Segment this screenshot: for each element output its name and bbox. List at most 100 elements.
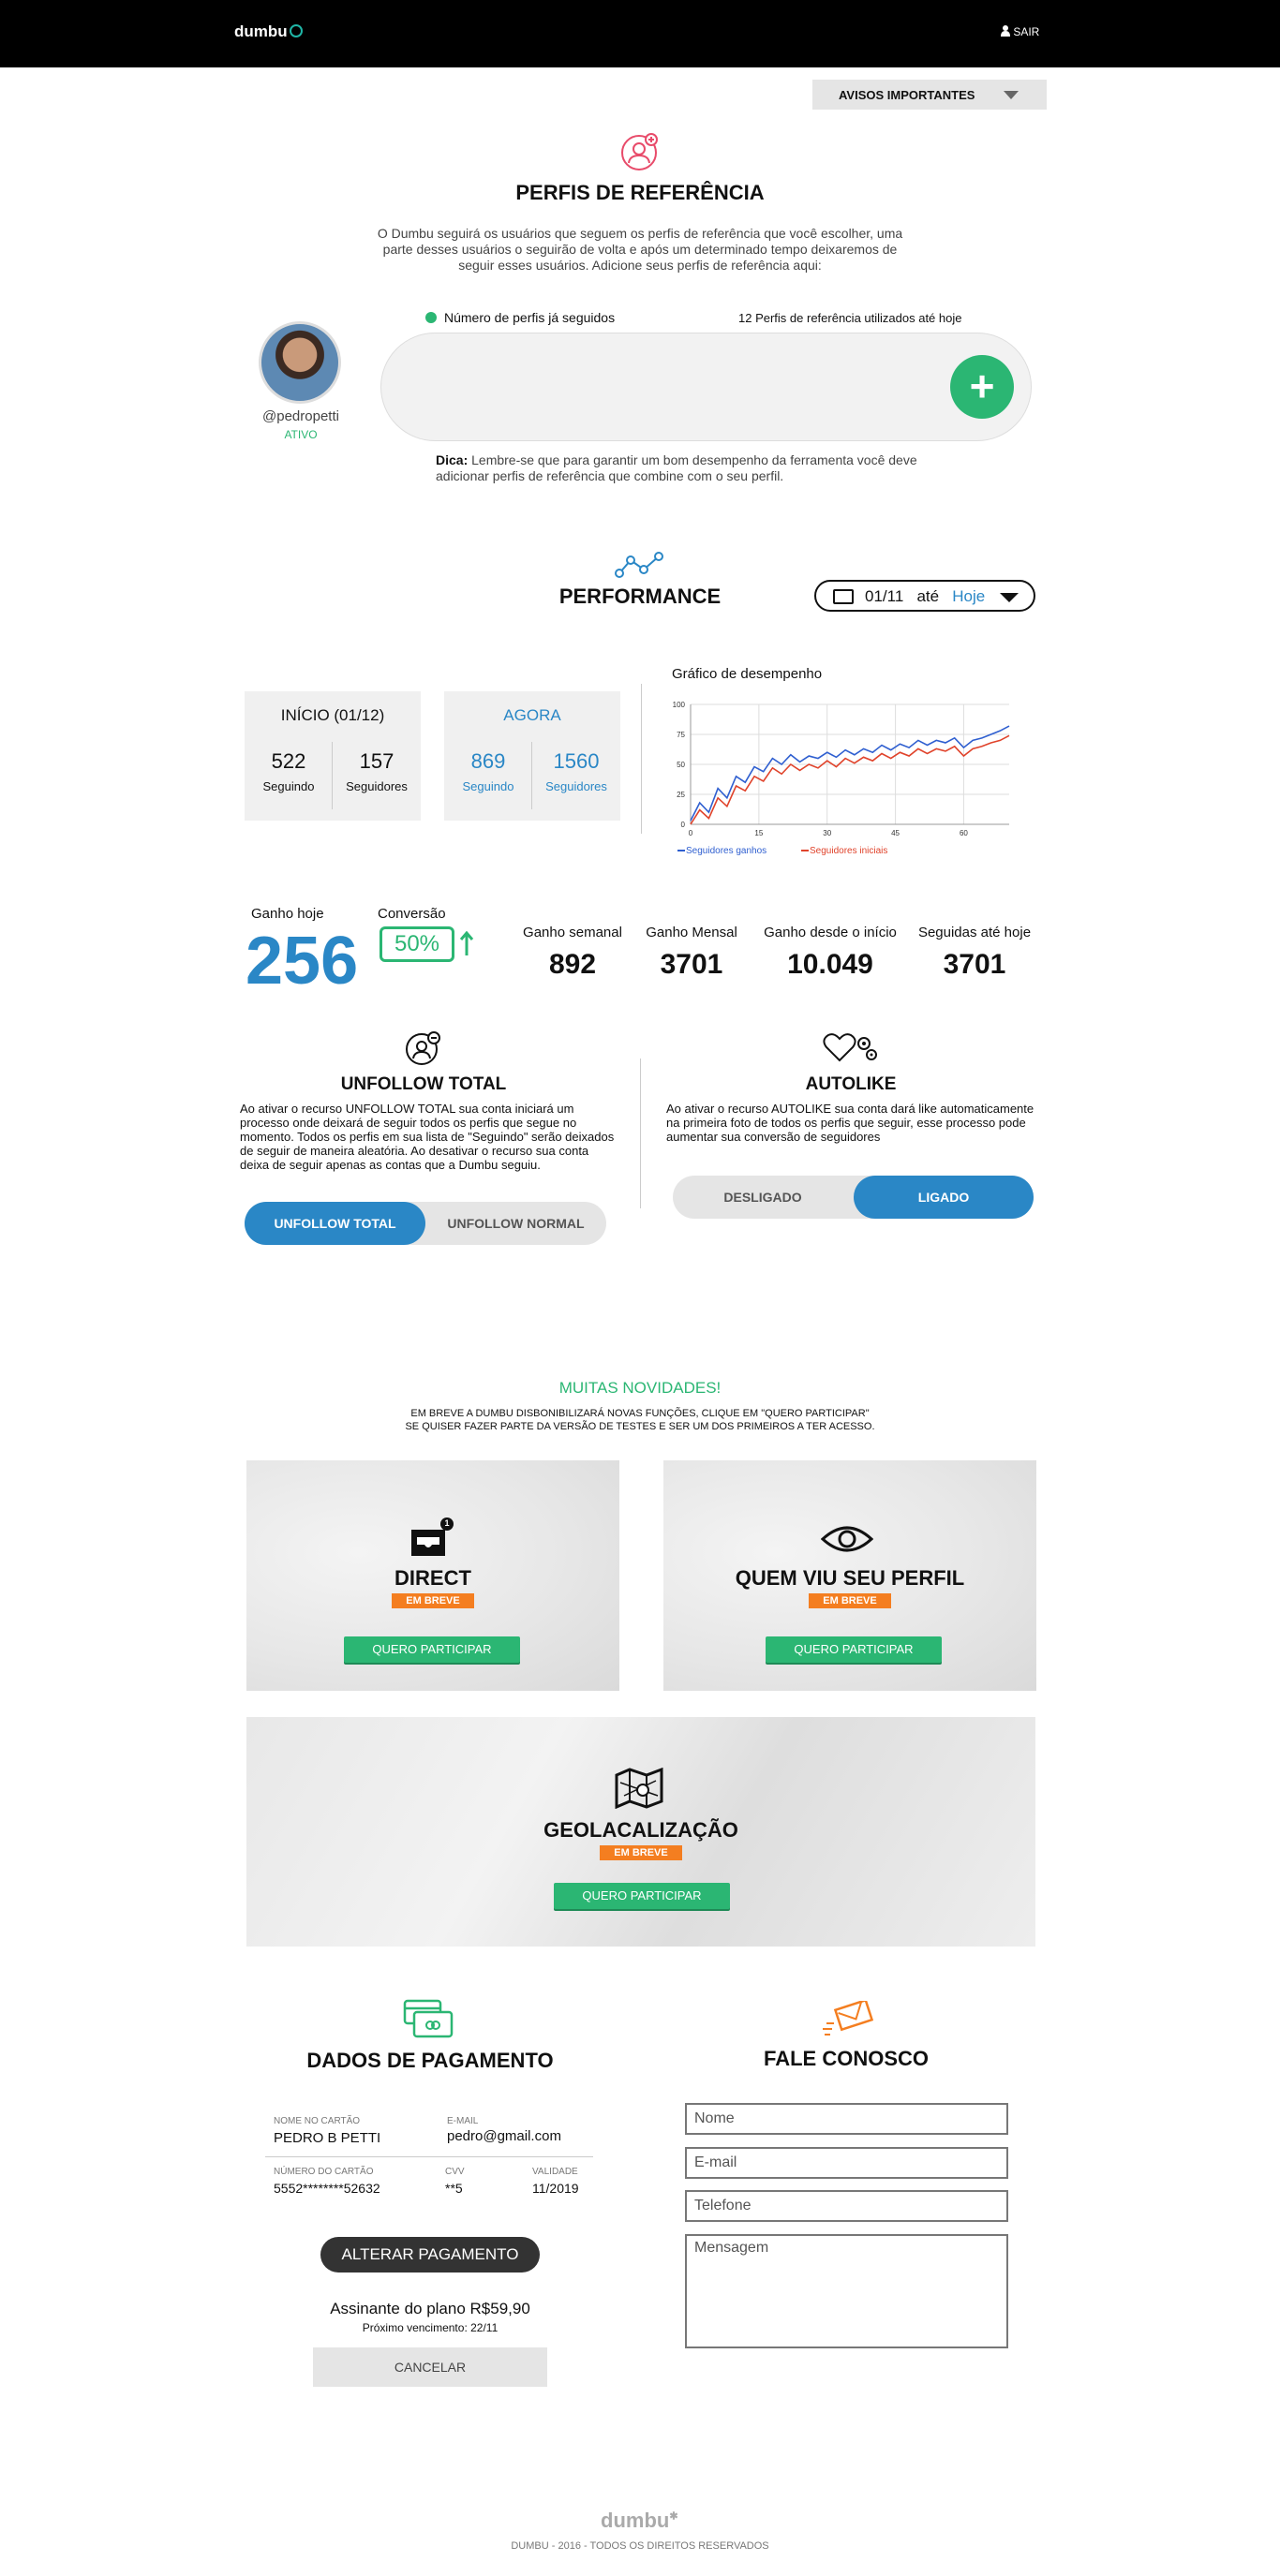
calendar-icon [833,589,854,604]
autolike-on-option[interactable]: LIGADO [854,1176,1034,1219]
agora-seguindo-label: Seguindo [462,779,514,793]
perfis-title: PERFIS DE REFERÊNCIA [515,181,765,204]
date-sep: até [916,587,940,605]
geolocalizacao-title: GEOLACALIZAÇÃO [543,1818,738,1842]
x-tick-label: 30 [823,829,831,837]
chevron-down-icon [1004,91,1019,99]
legend-label: Seguidores iniciais [810,846,887,856]
metric-label-seguidas: Seguidas até hoje [917,925,1032,940]
direct-card: 1 DIRECT EM BREVE QUERO PARTICIPAR [246,1460,619,1691]
map-icon [615,1768,663,1809]
reference-profiles-area[interactable] [380,333,1032,441]
y-tick-label: 100 [673,701,686,709]
contato-title: FALE CONOSCO [763,2047,929,2070]
unfollow-normal-option[interactable]: UNFOLLOW NORMAL [425,1202,606,1245]
unfollow-title: UNFOLLOW TOTAL [340,1074,507,1094]
add-profile-button[interactable]: + [950,355,1014,419]
unfollow-description: Ao ativar o recurso UNFOLLOW TOTAL sua c… [240,1102,615,1172]
legend-label: Seguidores ganhos [686,846,767,856]
inbox-count-badge: 1 [444,1518,450,1528]
credit-card-icon [403,1999,454,2038]
cvv-label: CVV [445,2167,465,2177]
divider [265,2156,593,2157]
em-breve-badge: EM BREVE [809,1593,891,1608]
y-tick-label: 50 [677,761,685,769]
conversao-value: 50% [380,926,454,962]
ganho-hoje-value: 256 [246,924,359,999]
x-tick-label: 45 [891,829,900,837]
x-tick-label: 60 [960,829,968,837]
logout-button[interactable]: SAIR [1001,25,1039,38]
geolocalizacao-card: GEOLACALIZAÇÃO EM BREVE QUERO PARTICIPAR [246,1717,1035,1947]
telefone-input[interactable] [685,2190,1008,2222]
alterar-pagamento-button[interactable]: ALTERAR PAGAMENTO [320,2237,540,2273]
mensagem-textarea[interactable] [685,2234,1008,2348]
pagamento-title: DADOS DE PAGAMENTO [306,2049,554,2072]
send-mail-icon [823,2001,873,2036]
conversao-label: Conversão [378,906,446,922]
direct-title: DIRECT [394,1566,471,1590]
agora-title: AGORA [503,706,561,724]
agora-seguindo-value: 869 [470,749,506,773]
series-line-iniciais [690,734,1010,825]
nome-input[interactable] [685,2103,1008,2135]
inicio-seguidores-value: 157 [359,749,394,773]
autolike-icon [823,1033,877,1062]
plano-text: Assinante do plano R$59,90 [330,2300,530,2317]
vencimento-text: Próximo vencimento: 22/11 [362,2321,499,2334]
inicio-title: INÍCIO (01/12) [280,706,385,724]
autolike-toggle: DESLIGADO LIGADO [673,1176,1034,1219]
direct-participate-button[interactable]: QUERO PARTICIPAR [344,1636,520,1663]
ganho-hoje-label: Ganho hoje [251,906,324,922]
divider [641,684,642,834]
logout-label: SAIR [1013,25,1040,38]
email-input[interactable] [685,2147,1008,2179]
tip-text: Dica: Lembre-se que para garantir um bom… [436,452,917,483]
autolike-off-option[interactable]: DESLIGADO [673,1176,853,1219]
agora-seguidores-label: Seguidores [545,779,607,793]
geolocalizacao-participate-button[interactable]: QUERO PARTICIPAR [554,1883,730,1909]
inicio-stats: INÍCIO (01/12) 522 157 Seguindo Seguidor… [245,691,421,821]
x-tick-label: 0 [689,829,693,837]
series-line-ganhos [690,725,1010,822]
inicio-seguidores-label: Seguidores [346,779,408,793]
divider [640,1059,641,1208]
agora-seguidores-value: 1560 [553,749,600,773]
unfollow-icon [406,1031,440,1065]
novidades-subtitle: EM BREVE A DUMBU DISBONIBILIZARÁ NOVAS F… [405,1408,875,1432]
nome-label: NOME NO CARTÃO [274,2116,361,2126]
performance-chart: 0 25 50 75 100 0 15 30 45 60 Seguidores ganhos Segu… [673,701,1010,856]
logo[interactable]: dumbu [234,22,303,41]
metric-value-mensal: 3701 [660,949,723,980]
profile-reference-icon [621,133,658,170]
y-tick-label: 75 [677,731,685,739]
user-icon [1001,25,1010,37]
followed-legend: Número de perfis já seguidos [444,310,616,325]
copyright: DUMBU - 2016 - TODOS OS DIREITOS RESERVA… [511,2540,769,2552]
date-to: Hoje [952,587,986,605]
cancelar-button[interactable]: CANCELAR [313,2347,547,2387]
avatar[interactable] [259,321,341,404]
autolike-title: AUTOLIKE [805,1074,897,1094]
status-badge: ATIVO [284,428,318,441]
avisos-dropdown[interactable]: AVISOS IMPORTANTES [812,80,1047,110]
x-tick-label: 15 [754,829,763,837]
top-bar: dumbu SAIR [0,0,1280,67]
performance-icon [615,552,663,578]
footer-logo: dumbu✱ [601,2509,678,2532]
numero-label: NÚMERO DO CARTÃO [274,2167,374,2177]
unfollow-total-option[interactable]: UNFOLLOW TOTAL [245,1202,425,1245]
date-range-select[interactable]: 01/11 até Hoje [814,580,1035,612]
unfollow-toggle: UNFOLLOW TOTAL UNFOLLOW NORMAL [245,1202,606,1245]
tip-label: Dica: [436,452,469,467]
date-from: 01/11 [865,587,904,605]
novidades-title: MUITAS NOVIDADES! [558,1379,722,1397]
nome-value: PEDRO B PETTI [274,2130,381,2146]
metric-label-mensal: Ganho Mensal [646,925,737,940]
logo-badge-icon [289,24,303,37]
quem-viu-participate-button[interactable]: QUERO PARTICIPAR [766,1636,942,1663]
em-breve-badge: EM BREVE [600,1845,682,1860]
quem-viu-title: QUEM VIU SEU PERFIL [735,1566,965,1590]
performance-title: PERFORMANCE [558,585,722,608]
quem-viu-card: QUEM VIU SEU PERFIL EM BREVE QUERO PARTI… [663,1460,1036,1691]
